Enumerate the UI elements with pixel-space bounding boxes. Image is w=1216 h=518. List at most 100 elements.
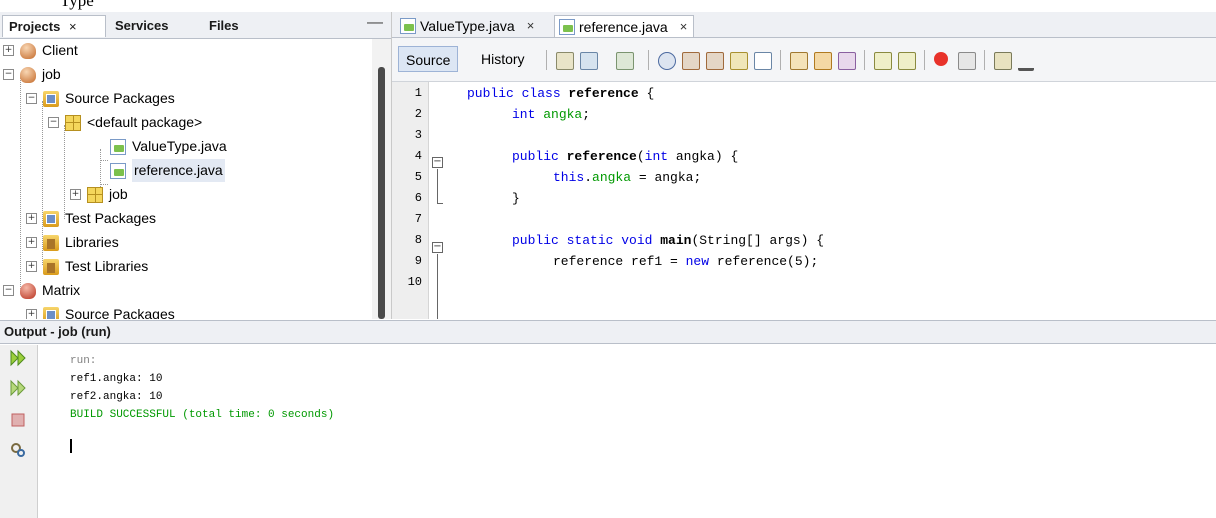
settings-icon[interactable] bbox=[9, 441, 27, 459]
code-line-9: reference ref1 = new reference(5); bbox=[553, 251, 818, 272]
expand-icon[interactable]: + bbox=[26, 261, 37, 272]
tree-node-test-libraries[interactable]: + Test Libraries bbox=[26, 255, 148, 278]
tree-node-source-packages[interactable]: − Source Packages bbox=[26, 87, 175, 110]
tree-node-test-packages[interactable]: + Test Packages bbox=[26, 207, 156, 230]
tree-node-matrix-source-packages[interactable]: + Source Packages bbox=[26, 303, 175, 319]
toolbar-separator bbox=[984, 50, 985, 70]
tab-reference-java[interactable]: reference.java × bbox=[554, 15, 695, 38]
fold-collapse-icon[interactable]: − bbox=[432, 242, 443, 253]
find-previous-icon[interactable] bbox=[682, 52, 700, 70]
source-button[interactable]: Source bbox=[398, 46, 459, 72]
console-output[interactable]: run: ref1.angka: 10 ref2.angka: 10 BUILD… bbox=[70, 352, 1170, 424]
line-number: 10 bbox=[407, 275, 422, 289]
source-packages-icon bbox=[43, 306, 59, 319]
toolbar-separator bbox=[780, 50, 781, 70]
tree-node-label: ValueType.java bbox=[132, 138, 227, 154]
toolbar-separator bbox=[546, 50, 547, 70]
toggle-highlight-icon[interactable] bbox=[730, 52, 748, 70]
truncated-title-text: Type bbox=[60, 0, 94, 10]
java-file-icon bbox=[559, 18, 575, 35]
project-tree: + Client − job − Source Packages − <defa… bbox=[0, 39, 372, 319]
java-file-icon bbox=[110, 138, 126, 155]
collapse-icon[interactable]: − bbox=[26, 93, 37, 104]
code-token: (String[] args) { bbox=[691, 233, 825, 248]
start-macro-recording-icon[interactable] bbox=[934, 52, 948, 66]
next-bookmark-icon[interactable] bbox=[814, 52, 832, 70]
tree-node-default-package[interactable]: − <default package> bbox=[48, 111, 202, 134]
tree-node-label: Test Packages bbox=[65, 210, 157, 226]
rerun-icon[interactable] bbox=[9, 349, 27, 367]
forward-icon[interactable] bbox=[616, 52, 634, 70]
comment-icon[interactable] bbox=[994, 52, 1012, 70]
fold-line bbox=[437, 169, 438, 203]
code-token: ; bbox=[582, 107, 591, 122]
expand-icon[interactable]: + bbox=[26, 213, 37, 224]
find-icon[interactable] bbox=[658, 52, 676, 70]
tab-projects[interactable]: Projects × bbox=[2, 15, 106, 37]
line-number: 5 bbox=[414, 170, 422, 184]
minimize-icon[interactable]: — bbox=[367, 14, 383, 32]
collapse-icon[interactable]: − bbox=[3, 285, 14, 296]
last-edit-icon[interactable] bbox=[556, 52, 574, 70]
java-file-icon bbox=[110, 162, 126, 179]
tab-services[interactable]: Services bbox=[109, 15, 175, 37]
text-caret bbox=[70, 439, 72, 453]
tree-node-matrix[interactable]: − Matrix bbox=[3, 279, 80, 302]
rerun-with-params-icon[interactable] bbox=[9, 379, 27, 397]
previous-bookmark-icon[interactable] bbox=[790, 52, 808, 70]
fold-collapse-icon[interactable]: − bbox=[432, 157, 443, 168]
expand-icon[interactable]: + bbox=[26, 309, 37, 319]
tree-node-valuetype-java[interactable]: ValueType.java bbox=[110, 135, 227, 158]
close-icon[interactable]: × bbox=[527, 15, 535, 37]
code-token: reference(5); bbox=[709, 254, 819, 269]
code-token: = angka; bbox=[631, 170, 702, 185]
expand-icon[interactable]: + bbox=[26, 237, 37, 248]
code-token: { bbox=[638, 86, 655, 101]
code-token: . bbox=[584, 170, 593, 185]
tree-connector bbox=[100, 160, 108, 161]
find-next-icon[interactable] bbox=[706, 52, 724, 70]
stop-icon[interactable] bbox=[9, 411, 27, 429]
expand-icon[interactable]: + bbox=[3, 45, 14, 56]
output-title[interactable]: Output - job (run) bbox=[4, 324, 111, 339]
collapse-icon[interactable]: − bbox=[3, 69, 14, 80]
expand-icon[interactable]: + bbox=[70, 189, 81, 200]
project-icon bbox=[20, 66, 36, 83]
fold-end-mark bbox=[437, 203, 443, 204]
toolbar-separator bbox=[648, 50, 649, 70]
keyword-token: public bbox=[512, 149, 567, 164]
tree-node-libraries[interactable]: + Libraries bbox=[26, 231, 119, 254]
tree-node-job-project[interactable]: − job bbox=[3, 63, 61, 86]
code-area[interactable]: public class reference { int angka; publ… bbox=[467, 82, 1216, 319]
toggle-rect-select-icon[interactable] bbox=[754, 52, 772, 70]
java-file-icon bbox=[400, 18, 416, 34]
keyword-token: int bbox=[512, 107, 544, 122]
uncomment-icon[interactable] bbox=[1018, 52, 1034, 71]
output-side-toolbar bbox=[0, 345, 38, 518]
tree-node-reference-java[interactable]: reference.java bbox=[110, 159, 225, 182]
collapse-icon[interactable]: − bbox=[48, 117, 59, 128]
tree-scrollbar-thumb[interactable] bbox=[378, 67, 385, 319]
toggle-bookmark-icon[interactable] bbox=[838, 52, 856, 70]
stop-macro-recording-icon[interactable] bbox=[958, 52, 976, 70]
keyword-token: public static void bbox=[512, 233, 661, 248]
constructor-token: reference bbox=[566, 149, 637, 164]
history-button[interactable]: History bbox=[474, 46, 532, 72]
tab-valuetype-java[interactable]: ValueType.java × bbox=[396, 15, 540, 37]
shift-left-icon[interactable] bbox=[874, 52, 892, 70]
line-number: 7 bbox=[414, 212, 422, 226]
tab-projects-label: Projects bbox=[9, 19, 61, 34]
fold-line bbox=[437, 254, 438, 319]
tree-scrollbar[interactable] bbox=[372, 39, 391, 319]
code-token: angka) { bbox=[668, 149, 739, 164]
tree-node-client[interactable]: + Client bbox=[3, 39, 78, 62]
close-icon[interactable]: × bbox=[680, 16, 688, 38]
back-icon[interactable] bbox=[580, 52, 598, 70]
code-line-1: public class reference { bbox=[467, 83, 654, 104]
code-line-8: public static void main(String[] args) { bbox=[512, 230, 824, 251]
tab-projects-close-icon[interactable]: × bbox=[69, 19, 77, 34]
editor-tabbar: ValueType.java × reference.java × bbox=[392, 12, 1216, 38]
tree-node-job-package[interactable]: + job bbox=[70, 183, 128, 206]
shift-right-icon[interactable] bbox=[898, 52, 916, 70]
tab-files[interactable]: Files bbox=[203, 15, 245, 37]
